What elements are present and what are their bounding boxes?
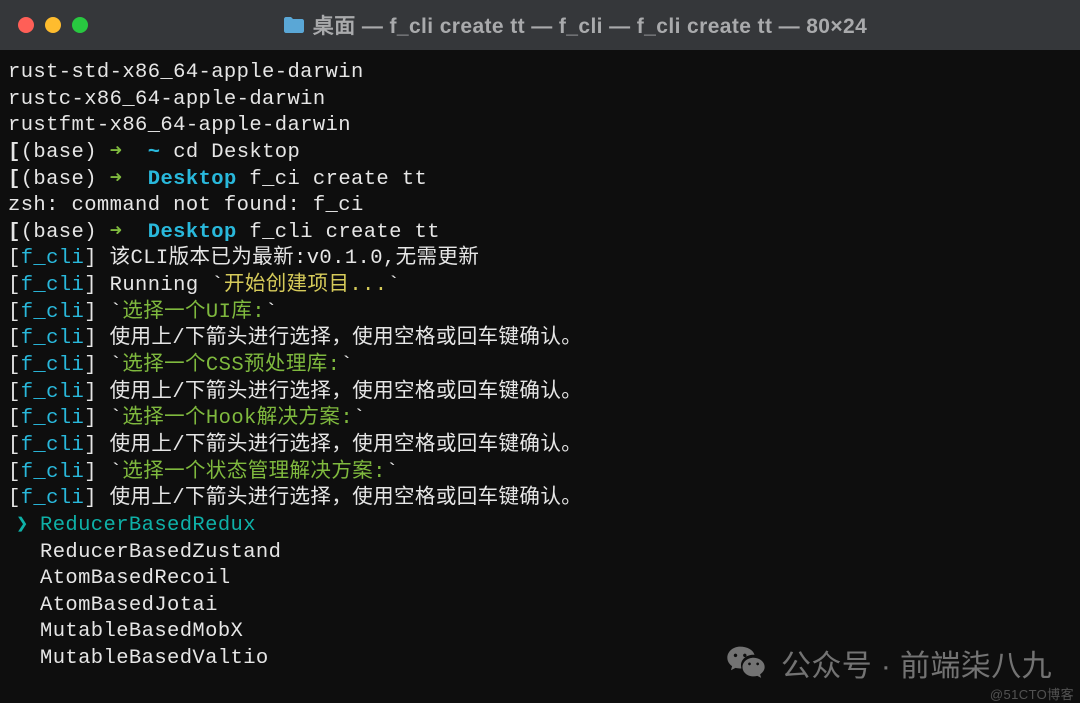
attribution-text: @51CTO博客 [990, 684, 1074, 703]
select-options[interactable]: ❯ReducerBasedRedux ReducerBasedZustand A… [8, 513, 1072, 673]
output-line: rust-std-x86_64-apple-darwin [8, 60, 1072, 87]
option-item[interactable]: MutableBasedMobX [16, 619, 1072, 646]
option-item[interactable]: MutableBasedValtio [16, 646, 1072, 673]
cli-line: [f_cli] `选择一个UI库:` [8, 300, 1072, 327]
cli-line: [f_cli] 使用上/下箭头进行选择，使用空格或回车键确认。 [8, 433, 1072, 460]
option-item[interactable]: ReducerBasedZustand [16, 540, 1072, 567]
output-line: rustc-x86_64-apple-darwin [8, 87, 1072, 114]
option-item[interactable]: AtomBasedJotai [16, 593, 1072, 620]
caret-icon: ❯ [16, 513, 40, 540]
cli-line: [f_cli] 使用上/下箭头进行选择，使用空格或回车键确认。 [8, 486, 1072, 513]
traffic-lights [18, 17, 88, 33]
cli-line: [f_cli] `选择一个Hook解决方案:` [8, 406, 1072, 433]
cli-line: [f_cli] `选择一个CSS预处理库:` [8, 353, 1072, 380]
cli-line: [f_cli] 使用上/下箭头进行选择，使用空格或回车键确认。 [8, 326, 1072, 353]
window-titlebar: 桌面 — f_cli create tt — f_cli — f_cli cre… [0, 0, 1080, 50]
prompt-line: [(base) ➜ ~ cd Desktop [8, 140, 1072, 167]
window-title: 桌面 — f_cli create tt — f_cli — f_cli cre… [88, 10, 1062, 40]
folder-icon [283, 16, 305, 34]
option-item[interactable]: AtomBasedRecoil [16, 566, 1072, 593]
cli-line: [f_cli] 使用上/下箭头进行选择，使用空格或回车键确认。 [8, 380, 1072, 407]
close-window-button[interactable] [18, 17, 34, 33]
option-selected[interactable]: ❯ReducerBasedRedux [16, 513, 1072, 540]
output-line: rustfmt-x86_64-apple-darwin [8, 113, 1072, 140]
minimize-window-button[interactable] [45, 17, 61, 33]
terminal-output[interactable]: rust-std-x86_64-apple-darwin rustc-x86_6… [0, 50, 1080, 681]
prompt-line: [(base) ➜ Desktop f_ci create tt [8, 167, 1072, 194]
cli-line: [f_cli] `选择一个状态管理解决方案:` [8, 460, 1072, 487]
cli-line: [f_cli] Running `开始创建项目...` [8, 273, 1072, 300]
cli-line: [f_cli] 该CLI版本已为最新:v0.1.0,无需更新 [8, 246, 1072, 273]
prompt-line: [(base) ➜ Desktop f_cli create tt [8, 220, 1072, 247]
window-title-text: 桌面 — f_cli create tt — f_cli — f_cli cre… [313, 10, 867, 40]
output-line: zsh: command not found: f_ci [8, 193, 1072, 220]
maximize-window-button[interactable] [72, 17, 88, 33]
